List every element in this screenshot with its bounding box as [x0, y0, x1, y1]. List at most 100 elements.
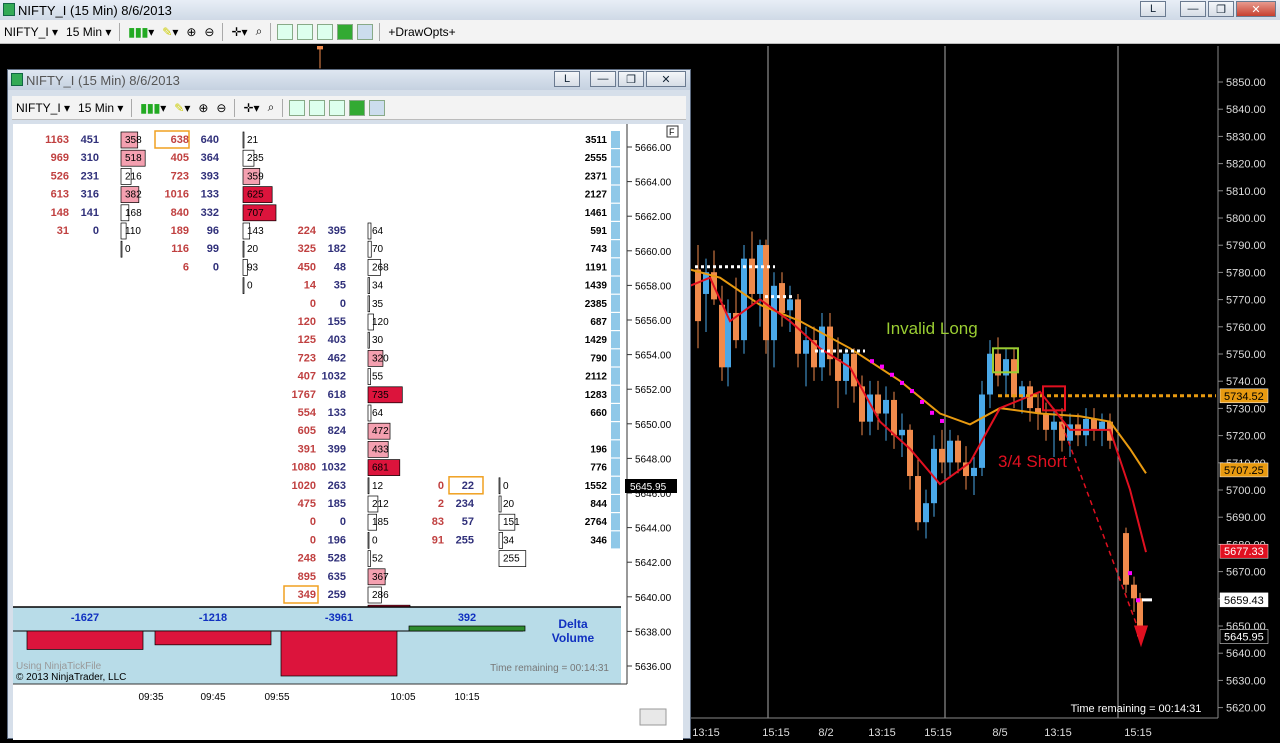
- zoom-out-button[interactable]: ⊖: [200, 22, 218, 42]
- draw-tool-button[interactable]: ✎ ▾: [158, 22, 182, 42]
- strategy-icon[interactable]: [277, 23, 294, 40]
- totals-value: 2371: [585, 171, 608, 182]
- stop-dot: [920, 399, 924, 404]
- strategy-icon[interactable]: [289, 99, 306, 116]
- price-tick-label: 5750.00: [1226, 349, 1266, 361]
- chart-props-icon[interactable]: [329, 99, 346, 116]
- bid-volume: 723: [171, 170, 189, 182]
- delta-label-2: Volume: [552, 631, 595, 645]
- delta-value: -1218: [199, 612, 227, 624]
- volume-value: 433: [372, 444, 389, 455]
- indicator-icon[interactable]: [297, 23, 314, 40]
- child-close-button[interactable]: ✕: [646, 71, 686, 87]
- draw-opts-button[interactable]: +DrawOpts+: [384, 22, 459, 42]
- zoom-in-button[interactable]: ⊕: [182, 22, 200, 42]
- delta-label-1: Delta: [558, 617, 588, 631]
- volume-value: 382: [125, 190, 142, 201]
- restore-link-button[interactable]: L: [1140, 1, 1166, 17]
- bid-volume: 391: [298, 443, 316, 455]
- interval-selector[interactable]: 15 Min ▾: [62, 22, 115, 42]
- volume-value: 52: [372, 554, 384, 565]
- child-bar-type-button[interactable]: ▮▮▮ ▾: [136, 98, 170, 118]
- child-titlebar[interactable]: NIFTY_I (15 Min) 8/6/2013 L — ❐ ✕: [8, 70, 690, 90]
- child-chart-window[interactable]: NIFTY_I (15 Min) 8/6/2013 L — ❐ ✕ NIFTY_…: [7, 69, 691, 740]
- ask-volume: 133: [201, 189, 219, 201]
- candle-body: [719, 304, 725, 368]
- child-crosshair-button[interactable]: ✛ ▾: [239, 98, 263, 118]
- bid-volume: 6: [183, 261, 189, 273]
- child-restore-link-button[interactable]: L: [554, 71, 580, 87]
- delta-bar: [26, 630, 144, 650]
- volume-value: 12: [372, 481, 384, 492]
- find-icon: ⌕: [267, 100, 275, 114]
- child-price-label: 5662.00: [635, 212, 672, 223]
- close-button[interactable]: ✕: [1236, 1, 1276, 17]
- candle-body: [843, 353, 849, 381]
- child-find-button[interactable]: ⌕: [264, 98, 279, 118]
- candle-body: [1043, 413, 1049, 430]
- totals-bar: [611, 131, 620, 148]
- volume-value: 55: [372, 372, 384, 383]
- child-price-label: 5650.00: [635, 420, 672, 431]
- totals-bar: [611, 495, 620, 512]
- indicator-icon[interactable]: [309, 99, 326, 116]
- price-tick-label: 5850.00: [1226, 77, 1266, 89]
- crosshair-button[interactable]: ✛ ▾: [227, 22, 251, 42]
- child-minimize-button[interactable]: —: [590, 71, 616, 87]
- price-tick-label: 5800.00: [1226, 213, 1266, 225]
- ask-volume: 182: [328, 243, 346, 255]
- pencil-icon: ✎: [162, 24, 173, 39]
- short-arrow: [1134, 625, 1148, 648]
- bid-volume: 189: [171, 225, 189, 237]
- ask-volume: 141: [81, 207, 99, 219]
- bid-volume: 0: [310, 516, 316, 528]
- maximize-button[interactable]: ❐: [1208, 1, 1234, 17]
- volume-bar: [367, 550, 371, 567]
- bid-volume: 1080: [292, 462, 316, 474]
- totals-value: 2112: [585, 372, 607, 383]
- toolbar-separator: [270, 22, 272, 41]
- child-maximize-button[interactable]: ❐: [618, 71, 644, 87]
- child-instrument-selector[interactable]: NIFTY_I ▾: [12, 98, 74, 118]
- main-titlebar[interactable]: NIFTY_I (15 Min) 8/6/2013 L — ❐ ✕: [0, 0, 1280, 20]
- data-box-icon[interactable]: [369, 99, 386, 116]
- child-interval-selector[interactable]: 15 Min ▾: [74, 98, 127, 118]
- totals-bar: [611, 531, 620, 549]
- delta-bar: [154, 630, 272, 646]
- ask-volume: 263: [328, 480, 346, 492]
- app-icon: [3, 3, 15, 16]
- stop-dot: [930, 410, 934, 415]
- child-scrollbar-thumb: [639, 708, 667, 726]
- data-box-icon[interactable]: [357, 23, 374, 40]
- price-tick-label: 5630.00: [1226, 675, 1266, 687]
- footprint-chart[interactable]: 5666.00 5664.00 5662.00 5660.00 5658.00 5656.…: [13, 124, 683, 740]
- chart-props-icon[interactable]: [317, 23, 334, 40]
- bid-volume: 120: [298, 316, 316, 328]
- volume-value: 707: [247, 208, 264, 219]
- volume-value: 151: [503, 517, 520, 528]
- totals-bar: [611, 203, 620, 221]
- dollar-icon[interactable]: [337, 23, 354, 40]
- volume-bar: [367, 240, 372, 258]
- dollar-icon[interactable]: [349, 99, 366, 116]
- volume-bar: [367, 368, 371, 385]
- time-tick-label: 13:15: [1044, 727, 1072, 739]
- bid-volume: 91: [432, 534, 444, 546]
- child-zoom-in-button[interactable]: ⊕: [194, 98, 212, 118]
- instrument-selector[interactable]: NIFTY_I ▾: [0, 22, 62, 42]
- bar-type-button[interactable]: ▮▮▮ ▾: [124, 22, 158, 42]
- find-button[interactable]: ⌕: [252, 22, 267, 42]
- totals-bar: [611, 258, 620, 276]
- volume-value: 110: [125, 226, 141, 237]
- minimize-button[interactable]: —: [1180, 1, 1206, 17]
- ask-volume: 185: [328, 498, 346, 510]
- child-zoom-out-button[interactable]: ⊖: [212, 98, 230, 118]
- totals-bar: [611, 240, 620, 258]
- ask-volume: 462: [328, 352, 346, 364]
- bid-volume: 895: [298, 571, 316, 583]
- child-draw-tool-button[interactable]: ✎ ▾: [170, 98, 194, 118]
- child-chart-area[interactable]: 5666.00 5664.00 5662.00 5660.00 5658.00 5656.…: [13, 124, 683, 740]
- volume-bar: [498, 495, 502, 513]
- toolbar-separator: [282, 98, 284, 117]
- child-price-label: 5656.00: [635, 316, 672, 327]
